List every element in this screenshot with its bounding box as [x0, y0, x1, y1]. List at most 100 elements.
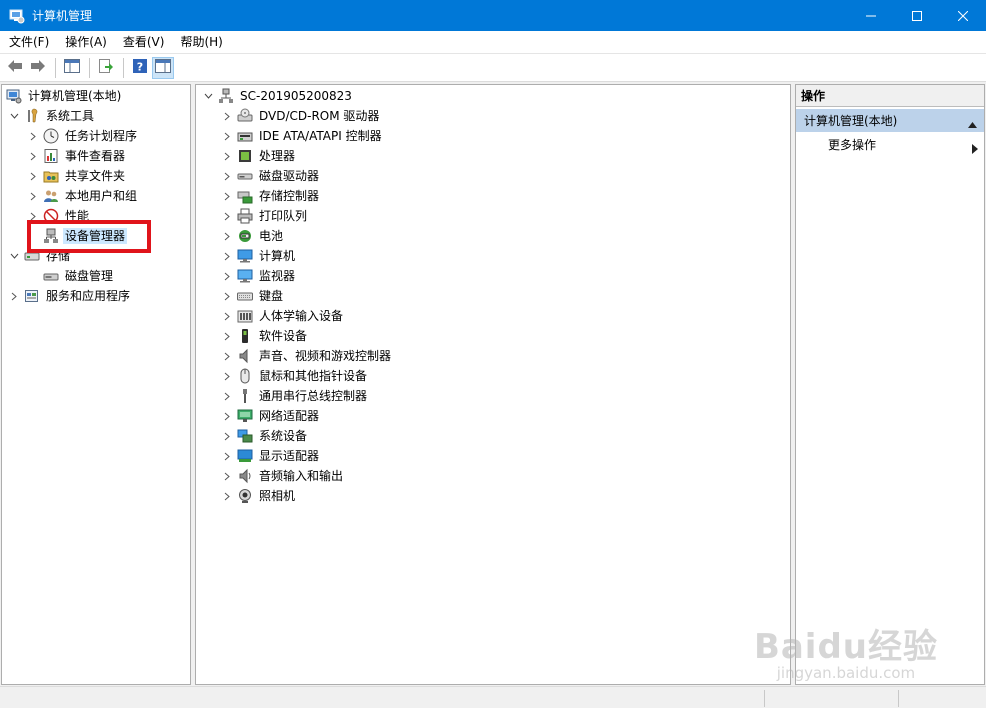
- chevron-right-icon[interactable]: [221, 370, 233, 382]
- chevron-right-icon[interactable]: [221, 470, 233, 482]
- chevron-right-icon[interactable]: [221, 270, 233, 282]
- device-category-item[interactable]: 打印队列: [221, 206, 309, 226]
- caret-up-icon[interactable]: [968, 117, 977, 131]
- tools-icon: [24, 108, 40, 124]
- chevron-right-icon[interactable]: [221, 170, 233, 182]
- actions-group-computer-management[interactable]: 计算机管理(本地): [796, 109, 984, 132]
- chevron-right-icon[interactable]: [221, 230, 233, 242]
- tree-item-services-applications[interactable]: 服务和应用程序: [8, 286, 132, 306]
- device-category-item[interactable]: 系统设备: [221, 426, 309, 446]
- actions-pane: 操作 计算机管理(本地) 更多操作: [795, 84, 985, 685]
- processor-icon: [237, 148, 253, 164]
- device-category-item[interactable]: 音频输入和输出: [221, 466, 345, 486]
- action-pane-icon: [155, 59, 171, 76]
- maximize-button[interactable]: [894, 0, 940, 31]
- title-bar: 计算机管理: [0, 0, 986, 31]
- status-segment: [898, 690, 899, 707]
- device-category-item[interactable]: 人体学输入设备: [221, 306, 345, 326]
- menu-help[interactable]: 帮助(H): [171, 31, 229, 54]
- device-category-item[interactable]: 网络适配器: [221, 406, 321, 426]
- help-button[interactable]: ?: [129, 57, 151, 79]
- chevron-right-icon[interactable]: [27, 190, 39, 202]
- chevron-right-icon[interactable]: [27, 170, 39, 182]
- tree-item-local-users-groups[interactable]: 本地用户和组: [27, 186, 139, 206]
- device-category-item[interactable]: IDE ATA/ATAPI 控制器: [221, 126, 384, 146]
- chevron-right-icon[interactable]: [221, 450, 233, 462]
- display-adapter-icon: [237, 448, 253, 464]
- device-category-label: 计算机: [259, 249, 296, 263]
- device-category-item[interactable]: 声音、视频和游戏控制器: [221, 346, 393, 366]
- users-icon: [43, 188, 59, 204]
- chevron-right-icon[interactable]: [221, 390, 233, 402]
- device-category-item[interactable]: 软件设备: [221, 326, 309, 346]
- tree-item-shared-folders[interactable]: 共享文件夹: [27, 166, 127, 186]
- chevron-right-icon[interactable]: [221, 110, 233, 122]
- device-category-item[interactable]: 照相机: [221, 486, 297, 506]
- ide-controller-icon: [237, 128, 253, 144]
- device-category-item[interactable]: 监视器: [221, 266, 297, 286]
- more-actions-item[interactable]: 更多操作: [828, 135, 978, 155]
- tree-item-disk-management[interactable]: 磁盘管理: [43, 266, 115, 286]
- chevron-right-icon[interactable]: [27, 130, 39, 142]
- device-category-label: 键盘: [259, 289, 284, 303]
- chevron-right-icon[interactable]: [221, 150, 233, 162]
- device-category-item[interactable]: 显示适配器: [221, 446, 321, 466]
- chevron-right-icon[interactable]: [221, 210, 233, 222]
- device-category-item[interactable]: 磁盘驱动器: [221, 166, 321, 186]
- back-button[interactable]: [4, 57, 26, 79]
- mouse-icon: [237, 368, 253, 384]
- menu-file[interactable]: 文件(F): [0, 31, 56, 54]
- software-device-icon: [237, 328, 253, 344]
- chevron-right-icon[interactable]: [221, 330, 233, 342]
- system-device-icon: [237, 428, 253, 444]
- tree-item-event-viewer[interactable]: 事件查看器: [27, 146, 127, 166]
- minimize-button[interactable]: [848, 0, 894, 31]
- chevron-down-icon[interactable]: [202, 90, 214, 102]
- chevron-right-icon[interactable]: [221, 410, 233, 422]
- chevron-right-icon[interactable]: [221, 130, 233, 142]
- computer-icon: [237, 248, 253, 264]
- hid-icon: [237, 308, 253, 324]
- device-category-item[interactable]: 计算机: [221, 246, 297, 266]
- device-category-item[interactable]: 电池: [221, 226, 285, 246]
- chevron-down-icon[interactable]: [8, 110, 20, 122]
- menu-view[interactable]: 查看(V): [114, 31, 172, 54]
- toolbar-separator: [123, 57, 124, 78]
- show-hide-action-pane-button[interactable]: [152, 56, 174, 79]
- tree-item-system-tools[interactable]: 系统工具: [8, 106, 96, 126]
- device-category-label: 监视器: [259, 269, 296, 283]
- chevron-right-icon[interactable]: [221, 290, 233, 302]
- chevron-down-icon[interactable]: [8, 250, 20, 262]
- more-actions-label: 更多操作: [828, 138, 877, 152]
- arrow-right-icon: [30, 59, 46, 76]
- chevron-right-icon[interactable]: [221, 350, 233, 362]
- device-category-label: 声音、视频和游戏控制器: [259, 349, 392, 363]
- device-category-item[interactable]: 鼠标和其他指针设备: [221, 366, 369, 386]
- show-hide-tree-button[interactable]: [61, 57, 83, 79]
- battery-icon: [237, 228, 253, 244]
- tree-item-computer-management[interactable]: 计算机管理(本地): [6, 86, 123, 106]
- chevron-right-icon[interactable]: [221, 490, 233, 502]
- console-tree-pane: 计算机管理(本地) 系统工具 任务计划程序 事件查看器 共享文件夹 本地用户和组…: [1, 84, 191, 685]
- shared-folder-icon: [43, 168, 59, 184]
- tree-item-task-scheduler[interactable]: 任务计划程序: [27, 126, 139, 146]
- device-category-item[interactable]: 处理器: [221, 146, 297, 166]
- menu-action[interactable]: 操作(A): [56, 31, 114, 54]
- export-list-button[interactable]: [95, 57, 117, 79]
- device-tree-root[interactable]: SC-201905200823: [202, 86, 354, 106]
- chevron-right-icon[interactable]: [221, 190, 233, 202]
- chevron-right-icon[interactable]: [221, 310, 233, 322]
- chevron-right-icon[interactable]: [8, 290, 20, 302]
- device-category-item[interactable]: 键盘: [221, 286, 285, 306]
- device-category-item[interactable]: 存储控制器: [221, 186, 321, 206]
- help-icon: ?: [132, 58, 148, 77]
- speaker-icon: [237, 348, 253, 364]
- watermark-sub: jingyan.baidu.com: [776, 664, 916, 682]
- device-category-item[interactable]: DVD/CD-ROM 驱动器: [221, 106, 381, 126]
- close-button[interactable]: [940, 0, 986, 31]
- chevron-right-icon[interactable]: [221, 430, 233, 442]
- forward-button[interactable]: [27, 57, 49, 79]
- chevron-right-icon[interactable]: [27, 150, 39, 162]
- chevron-right-icon[interactable]: [221, 250, 233, 262]
- device-category-item[interactable]: 通用串行总线控制器: [221, 386, 369, 406]
